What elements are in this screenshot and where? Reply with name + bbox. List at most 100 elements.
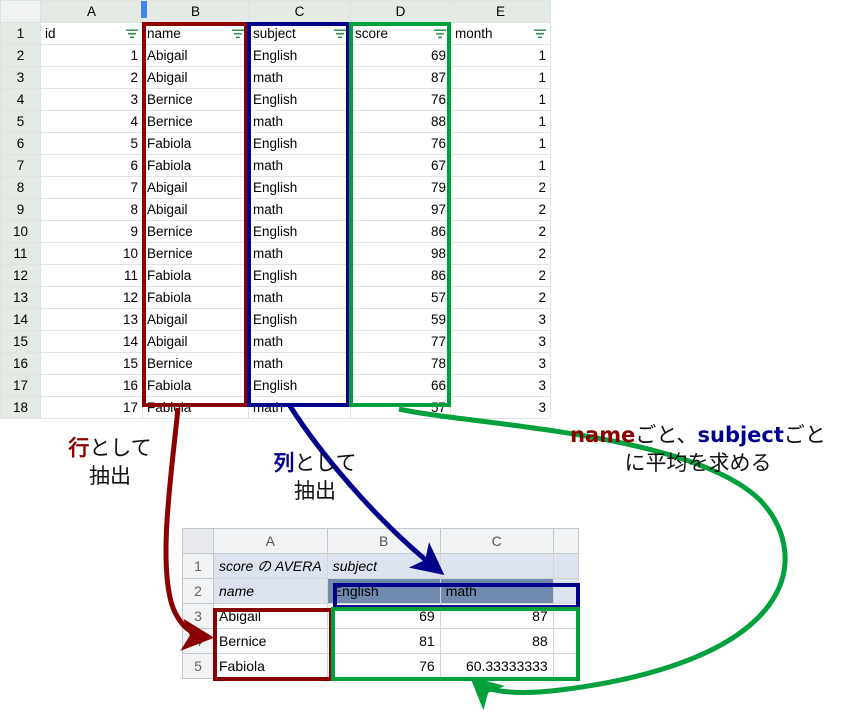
pivot-column-header-b[interactable]: B xyxy=(326,528,441,554)
annotation-row-extract-line2: 抽出 xyxy=(89,463,131,488)
column-header-row: A B C D E xyxy=(0,0,551,23)
annotation-row-extract-line1: 行として xyxy=(40,435,180,463)
pivot-title-blank-d[interactable] xyxy=(552,553,579,579)
cell-id[interactable]: 17 xyxy=(40,396,143,419)
cell-id[interactable]: 6 xyxy=(40,154,143,177)
row-header-18[interactable]: 18 xyxy=(0,396,41,419)
pivot-column-header-row: A B C xyxy=(182,528,579,554)
pivot-row-header-4[interactable]: 4 xyxy=(182,628,214,654)
row-header-2[interactable]: 2 xyxy=(0,44,41,67)
row-header-13[interactable]: 13 xyxy=(0,286,41,309)
annotation-average-keyword-subject: subject xyxy=(697,423,784,447)
row-header-9[interactable]: 9 xyxy=(0,198,41,221)
column-header-e[interactable]: E xyxy=(450,0,551,23)
cell-month[interactable]: 2 xyxy=(450,220,551,243)
pivot-name-label-cell[interactable]: name xyxy=(213,578,328,604)
cell-id[interactable]: 9 xyxy=(40,220,143,243)
highlight-pivot-values xyxy=(331,607,580,681)
highlight-name-column xyxy=(142,22,248,407)
row-header-6[interactable]: 6 xyxy=(0,132,41,155)
cell-month[interactable]: 2 xyxy=(450,264,551,287)
pivot-row-header-3[interactable]: 3 xyxy=(182,603,214,629)
pivot-row-header-1[interactable]: 1 xyxy=(182,553,214,579)
column-header-d[interactable]: D xyxy=(350,0,451,23)
cell-id[interactable]: 16 xyxy=(40,374,143,397)
cell-month[interactable]: 2 xyxy=(450,286,551,309)
annotation-average-line1: nameごと、subjectごと xyxy=(548,422,848,450)
pivot-row-header-5[interactable]: 5 xyxy=(182,653,214,679)
filter-icon[interactable] xyxy=(534,29,546,38)
cell-id[interactable]: 4 xyxy=(40,110,143,133)
cell-month[interactable]: 2 xyxy=(450,176,551,199)
cell-month[interactable]: 3 xyxy=(450,330,551,353)
row-header-14[interactable]: 14 xyxy=(0,308,41,331)
cell-id[interactable]: 1 xyxy=(40,44,143,67)
row-header-3[interactable]: 3 xyxy=(0,66,41,89)
pivot-select-all-corner[interactable] xyxy=(182,528,214,554)
annotation-row-keyword: 行 xyxy=(68,436,90,460)
cell-id[interactable]: 8 xyxy=(40,198,143,221)
annotation-col-extract: 列として 抽出 xyxy=(245,450,385,505)
annotation-col-rest: として xyxy=(294,451,357,475)
cell-month[interactable]: 1 xyxy=(450,88,551,111)
annotation-col-extract-line2: 抽出 xyxy=(294,478,336,503)
cell-month[interactable]: 1 xyxy=(450,110,551,133)
annotation-col-keyword: 列 xyxy=(273,451,295,475)
row-header-5[interactable]: 5 xyxy=(0,110,41,133)
cell-id[interactable]: 14 xyxy=(40,330,143,353)
cell-month[interactable]: 2 xyxy=(450,242,551,265)
cell-id[interactable]: 5 xyxy=(40,132,143,155)
annotation-row-rest: として xyxy=(89,436,152,460)
cell-month[interactable]: 3 xyxy=(450,308,551,331)
column-resize-indicator[interactable] xyxy=(141,1,147,18)
row-header-1[interactable]: 1 xyxy=(0,22,41,45)
cell-month[interactable]: 3 xyxy=(450,374,551,397)
cell-month[interactable]: 2 xyxy=(450,198,551,221)
cell-month[interactable]: 1 xyxy=(450,44,551,67)
row-header-12[interactable]: 12 xyxy=(0,264,41,287)
pivot-title-cell[interactable]: score の AVERA xyxy=(213,553,328,579)
row-header-16[interactable]: 16 xyxy=(0,352,41,375)
cell-month[interactable]: 1 xyxy=(450,132,551,155)
cell-month[interactable]: 3 xyxy=(450,396,551,419)
column-header-b[interactable]: B xyxy=(142,0,249,23)
pivot-row-header-2[interactable]: 2 xyxy=(182,578,214,604)
highlight-subject-column xyxy=(247,22,350,407)
highlight-pivot-subject-header xyxy=(333,583,580,609)
cell-id[interactable]: 3 xyxy=(40,88,143,111)
annotation-col-extract-line1: 列として xyxy=(245,450,385,478)
cell-id[interactable]: 10 xyxy=(40,242,143,265)
cell-id[interactable]: 2 xyxy=(40,66,143,89)
row-header-15[interactable]: 15 xyxy=(0,330,41,353)
cell-id-header[interactable]: id xyxy=(40,22,143,45)
row-header-8[interactable]: 8 xyxy=(0,176,41,199)
annotation-average: nameごと、subjectごと に平均を求める xyxy=(548,422,848,477)
pivot-title-blank-c[interactable] xyxy=(439,553,554,579)
cell-month[interactable]: 1 xyxy=(450,154,551,177)
cell-id[interactable]: 15 xyxy=(40,352,143,375)
column-header-a[interactable]: A xyxy=(40,0,143,23)
cell-id[interactable]: 11 xyxy=(40,264,143,287)
cell-id[interactable]: 12 xyxy=(40,286,143,309)
cell-id[interactable]: 7 xyxy=(40,176,143,199)
cell-month[interactable]: 1 xyxy=(450,66,551,89)
row-header-11[interactable]: 11 xyxy=(0,242,41,265)
row-header-17[interactable]: 17 xyxy=(0,374,41,397)
pivot-title-overflow[interactable]: subject xyxy=(326,553,441,579)
pivot-column-header-d[interactable] xyxy=(552,528,579,554)
column-header-c[interactable]: C xyxy=(248,0,351,23)
filter-icon[interactable] xyxy=(126,29,138,38)
cell-month-header[interactable]: month xyxy=(450,22,551,45)
cell-id[interactable]: 13 xyxy=(40,308,143,331)
row-header-10[interactable]: 10 xyxy=(0,220,41,243)
pivot-title-row: 1 score の AVERA subject xyxy=(182,553,579,579)
select-all-corner[interactable] xyxy=(0,0,41,23)
highlight-score-column xyxy=(349,22,451,407)
row-header-7[interactable]: 7 xyxy=(0,154,41,177)
row-header-4[interactable]: 4 xyxy=(0,88,41,111)
pivot-column-header-a[interactable]: A xyxy=(213,528,328,554)
cell-month[interactable]: 3 xyxy=(450,352,551,375)
pivot-column-header-c[interactable]: C xyxy=(439,528,554,554)
cell-month-header-label: month xyxy=(455,26,493,41)
annotation-average-keyword-name: name xyxy=(570,423,636,447)
